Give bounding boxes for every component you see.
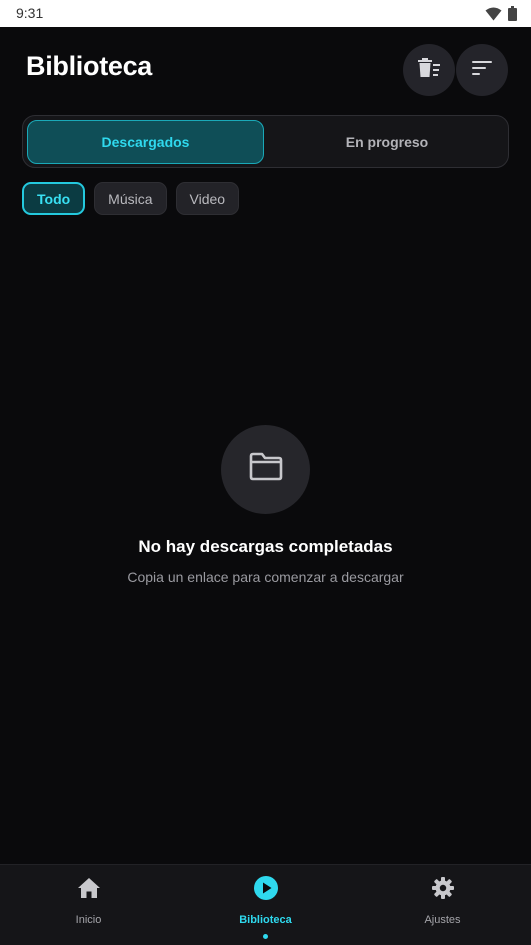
battery-icon — [508, 6, 517, 26]
status-icons — [485, 6, 517, 26]
wifi-icon — [485, 7, 502, 26]
play-circle-icon — [253, 875, 279, 901]
active-indicator-dot — [263, 934, 268, 939]
delete-list-icon — [416, 55, 442, 86]
nav-label: Biblioteca — [239, 914, 292, 926]
nav-label: Inicio — [75, 914, 102, 926]
home-icon — [76, 875, 102, 901]
folder-icon — [248, 452, 284, 487]
status-time: 9:31 — [16, 5, 44, 21]
tab-descargados[interactable]: Descargados — [27, 120, 264, 164]
nav-item-inicio[interactable]: Inicio — [0, 875, 177, 941]
sort-icon — [470, 56, 494, 85]
bottom-navigation: Inicio Biblioteca Ajustes — [0, 864, 531, 945]
empty-state-title: No hay descargas completadas — [138, 537, 393, 556]
empty-state-subtitle: Copia un enlace para comenzar a descarga… — [127, 569, 404, 585]
nav-item-ajustes[interactable]: Ajustes — [354, 875, 531, 941]
nav-item-biblioteca[interactable]: Biblioteca — [177, 875, 354, 941]
page-title: Biblioteca — [26, 51, 153, 81]
filter-chip-video[interactable]: Video — [175, 182, 240, 215]
header: Biblioteca — [0, 27, 531, 109]
nav-label: Ajustes — [424, 914, 461, 926]
download-tabs: Descargados En progreso — [22, 115, 509, 168]
gear-icon — [430, 875, 456, 901]
tab-en-progreso[interactable]: En progreso — [268, 120, 506, 164]
clear-completed-button[interactable] — [403, 44, 455, 96]
sort-button[interactable] — [456, 44, 508, 96]
filter-chips: Todo Música Video — [22, 182, 240, 215]
status-bar: 9:31 — [0, 0, 531, 27]
filter-chip-musica[interactable]: Música — [94, 182, 167, 215]
empty-state-icon-circle — [221, 425, 310, 514]
filter-chip-todo[interactable]: Todo — [22, 182, 86, 215]
